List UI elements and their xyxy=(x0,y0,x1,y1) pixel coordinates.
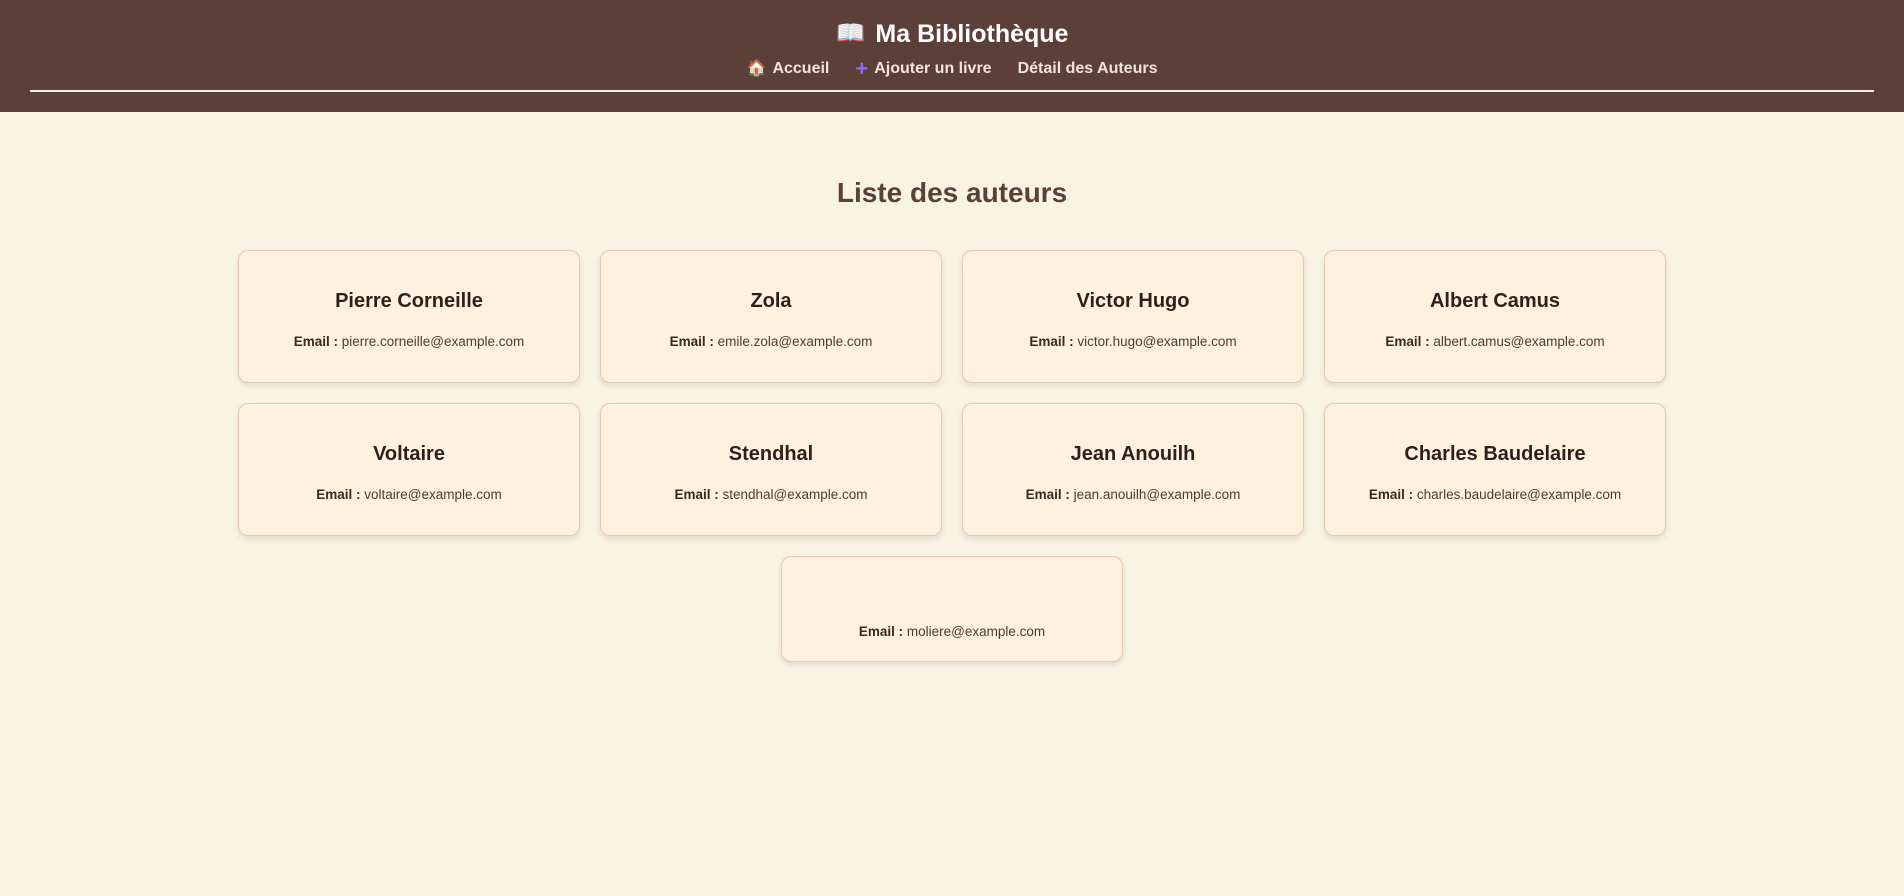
main-nav: 🏠 Accueil + Ajouter un livre Détail des … xyxy=(30,58,1874,80)
author-name: Pierre Corneille xyxy=(335,290,483,312)
nav-authors-label: Détail des Auteurs xyxy=(1017,60,1158,77)
email-label: Email : xyxy=(674,487,719,502)
plus-icon: + xyxy=(855,56,869,81)
author-email-line: Email : pierre.corneille@example.com xyxy=(239,333,579,351)
email-label: Email : xyxy=(316,487,361,502)
site-header: 📖 Ma Bibliothèque 🏠 Accueil + Ajouter un… xyxy=(0,0,1904,112)
book-icon: 📖 xyxy=(835,20,866,47)
email-label: Email : xyxy=(858,624,904,639)
author-email: jean.anouilh@example.com xyxy=(1073,487,1241,502)
author-card[interactable]: Zola Email : emile.zola@example.com xyxy=(600,250,942,383)
nav-add-book-link[interactable]: + Ajouter un livre xyxy=(855,56,992,81)
main-content: Liste des auteurs Pierre Corneille Email… xyxy=(0,112,1904,662)
author-email: albert.camus@example.com xyxy=(1433,334,1605,349)
author-email-line: Email : charles.baudelaire@example.com xyxy=(1325,486,1665,504)
author-name: Charles Baudelaire xyxy=(1404,443,1586,465)
author-email: pierre.corneille@example.com xyxy=(341,334,525,349)
author-card[interactable]: Pierre Corneille Email : pierre.corneill… xyxy=(238,250,580,383)
nav-home-label: Accueil xyxy=(772,60,830,77)
author-name: Victor Hugo xyxy=(1076,290,1190,312)
author-card[interactable]: Albert Camus Email : albert.camus@exampl… xyxy=(1324,250,1666,383)
author-email: stendhal@example.com xyxy=(722,487,868,502)
author-email: voltaire@example.com xyxy=(364,487,502,502)
author-name: Jean Anouilh xyxy=(1070,443,1196,465)
email-label: Email : xyxy=(293,334,338,349)
author-email: moliere@example.com xyxy=(906,624,1046,639)
author-email-line: Email : jean.anouilh@example.com xyxy=(963,486,1303,504)
author-card[interactable]: Charles Baudelaire Email : charles.baude… xyxy=(1324,403,1666,536)
author-card[interactable]: Email : moliere@example.com xyxy=(781,556,1123,662)
author-card[interactable]: Jean Anouilh Email : jean.anouilh@exampl… xyxy=(962,403,1304,536)
site-title: 📖 Ma Bibliothèque xyxy=(30,18,1874,50)
author-email: victor.hugo@example.com xyxy=(1077,334,1237,349)
author-email-line: Email : moliere@example.com xyxy=(782,623,1122,641)
author-card[interactable]: Stendhal Email : stendhal@example.com xyxy=(600,403,942,536)
email-label: Email : xyxy=(1025,487,1070,502)
author-email-line: Email : voltaire@example.com xyxy=(239,486,579,504)
author-name: Stendhal xyxy=(728,443,814,465)
header-divider xyxy=(30,90,1874,92)
page-title: Liste des auteurs xyxy=(836,177,1068,208)
author-email-line: Email : stendhal@example.com xyxy=(601,486,941,504)
author-email: emile.zola@example.com xyxy=(717,334,873,349)
email-label: Email : xyxy=(1029,334,1074,349)
nav-add-book-label: Ajouter un livre xyxy=(874,60,992,77)
author-card[interactable]: Voltaire Email : voltaire@example.com xyxy=(238,403,580,536)
author-card-grid: Pierre Corneille Email : pierre.corneill… xyxy=(238,250,1666,662)
author-card[interactable]: Victor Hugo Email : victor.hugo@example.… xyxy=(962,250,1304,383)
author-name: Zola xyxy=(750,290,792,312)
site-title-text: Ma Bibliothèque xyxy=(875,20,1069,48)
house-icon: 🏠 xyxy=(746,60,767,77)
author-email-line: Email : victor.hugo@example.com xyxy=(963,333,1303,351)
author-email: charles.baudelaire@example.com xyxy=(1416,487,1622,502)
author-name: Albert Camus xyxy=(1429,290,1561,312)
nav-home-link[interactable]: 🏠 Accueil xyxy=(747,60,830,78)
email-label: Email : xyxy=(1385,334,1430,349)
author-email-line: Email : albert.camus@example.com xyxy=(1325,333,1665,351)
email-label: Email : xyxy=(669,334,714,349)
email-label: Email : xyxy=(1368,487,1414,502)
author-name: Voltaire xyxy=(373,443,445,465)
author-name xyxy=(782,595,1122,603)
nav-authors-link[interactable]: Détail des Auteurs xyxy=(1018,60,1158,78)
author-email-line: Email : emile.zola@example.com xyxy=(601,333,941,351)
